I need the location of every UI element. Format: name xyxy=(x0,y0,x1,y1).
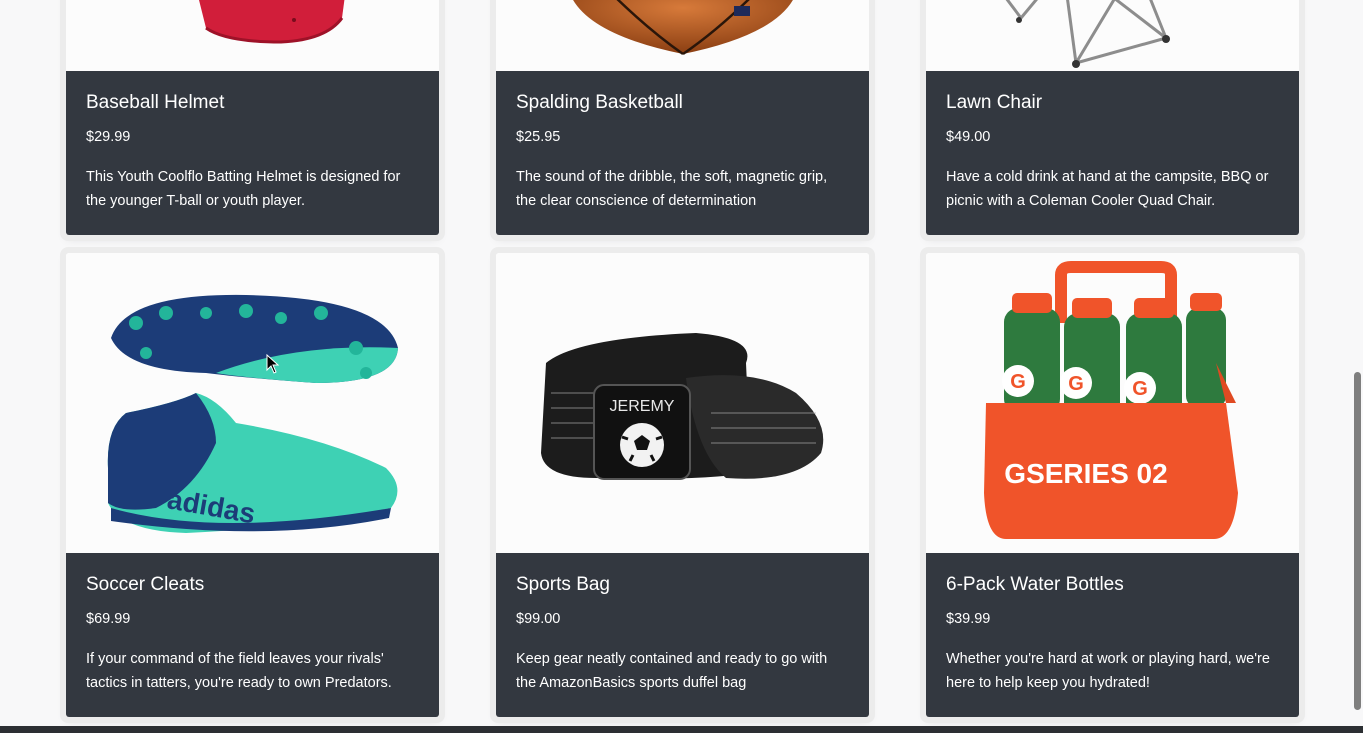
baseball-helmet-image xyxy=(66,0,439,71)
product-price: $25.95 xyxy=(516,129,561,145)
vertical-scrollbar-thumb[interactable] xyxy=(1354,372,1361,710)
product-card-soccer-cleats[interactable]: adidas Soccer Cleats $69.99 If your comm… xyxy=(66,253,439,717)
soccer-cleats-image: adidas xyxy=(66,253,439,553)
product-price: $49.00 xyxy=(946,129,991,145)
product-card-lawn-chair[interactable]: Lawn Chair $49.00 Have a cold drink at h… xyxy=(926,0,1299,235)
product-card-water-bottles[interactable]: G G G GSERIES 02 6-Pack Water Bottles $39.… xyxy=(926,253,1299,717)
product-price: $69.99 xyxy=(86,611,131,627)
product-description: This Youth Coolflo Batting Helmet is des… xyxy=(86,169,401,209)
product-description: Have a cold drink at hand at the campsit… xyxy=(946,169,1269,209)
product-card-baseball-helmet[interactable]: Baseball Helmet $29.99 This Youth Coolfl… xyxy=(66,0,439,235)
product-description: Keep gear neatly contained and ready to … xyxy=(516,651,828,691)
product-name[interactable]: Soccer Cleats xyxy=(86,553,419,597)
bag-name-text: JEREMY xyxy=(610,398,675,415)
lawn-chair-image xyxy=(926,0,1299,71)
product-name[interactable]: Sports Bag xyxy=(516,553,849,597)
product-price: $29.99 xyxy=(86,129,131,145)
product-description: If your command of the field leaves your… xyxy=(86,651,392,691)
product-card-spalding-basketball[interactable]: Spalding Basketball $25.95 The sound of … xyxy=(496,0,869,235)
product-card-sports-bag[interactable]: JEREMY Sports Bag $99.00 Keep gear neatl… xyxy=(496,253,869,717)
mouse-cursor-icon xyxy=(266,354,280,374)
product-name[interactable]: Baseball Helmet xyxy=(86,71,419,115)
product-name[interactable]: Lawn Chair xyxy=(946,71,1279,115)
svg-text:G: G xyxy=(1010,371,1026,393)
water-bottles-image: G G G GSERIES 02 xyxy=(926,253,1299,553)
basketball-image xyxy=(496,0,869,71)
sports-bag-image: JEREMY xyxy=(496,253,869,553)
svg-text:G: G xyxy=(1068,373,1084,395)
bottom-edge-bar xyxy=(0,726,1363,733)
product-name[interactable]: 6-Pack Water Bottles xyxy=(946,553,1279,597)
product-description: Whether you're hard at work or playing h… xyxy=(946,651,1270,691)
carrier-label-text: GSERIES 02 xyxy=(1004,458,1167,489)
product-description: The sound of the dribble, the soft, magn… xyxy=(516,169,828,209)
product-price: $39.99 xyxy=(946,611,991,627)
product-price: $99.00 xyxy=(516,611,561,627)
svg-text:G: G xyxy=(1132,378,1148,400)
product-name[interactable]: Spalding Basketball xyxy=(516,71,849,115)
